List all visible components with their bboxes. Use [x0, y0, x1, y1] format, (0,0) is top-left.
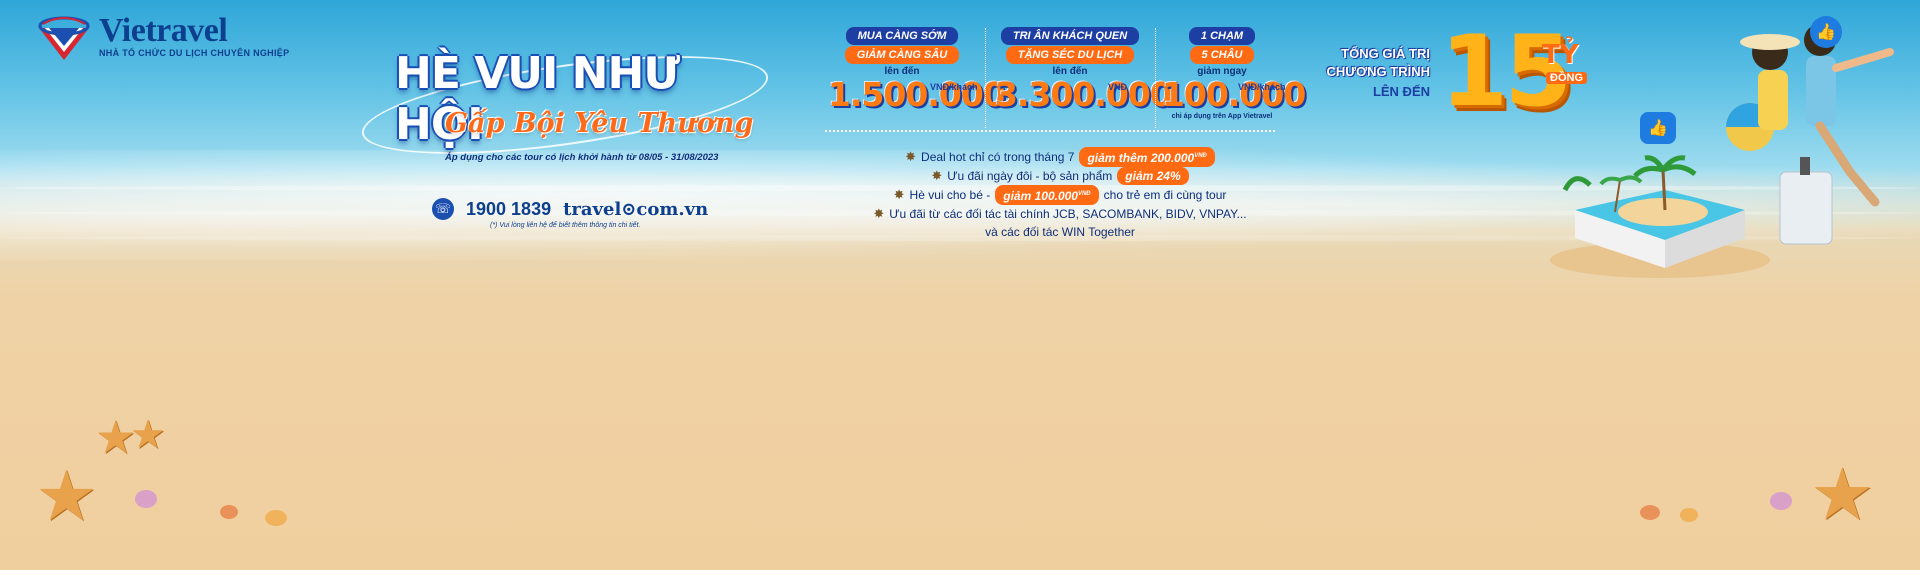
promo-early-booking[interactable]: MUA CÀNG SỚM GIẢM CÀNG SÂU lên đến 1.500…	[828, 26, 1006, 113]
perk-item: ✸ Hè vui cho bé - giảm 100.000VNĐ cho tr…	[850, 185, 1270, 205]
vietravel-logo-icon	[35, 14, 93, 64]
perk-tag: giảm 24%	[1117, 167, 1189, 185]
perk-text: Hè vui cho bé -	[909, 188, 991, 202]
thumbs-up-icon: 👍	[1640, 112, 1676, 144]
grand-total-block: TỔNG GIÁ TRỊ CHƯƠNG TRÌNH LÊN ĐẾN 15 TỶ …	[1320, 22, 1630, 142]
perk-tag: giảm 100.000VNĐ	[995, 185, 1099, 205]
phone-icon: ☏	[432, 198, 454, 220]
promo-footnote: chỉ áp dụng trên App Vietravel	[1171, 113, 1273, 120]
perk-text: Ưu đãi từ các đối tác tài chính JCB, SAC…	[889, 207, 1247, 221]
grand-label-3: LÊN ĐẾN	[1372, 84, 1430, 99]
promo-pill-bottom: 5 CHÂU	[1189, 46, 1255, 64]
perk-tag: giảm thêm 200.000VNĐ	[1079, 147, 1215, 167]
brand-name: Vietravel	[99, 12, 228, 49]
perk-text-after: cho trẻ em đi cùng tour	[1103, 188, 1227, 202]
starfish-bullet-icon: ✸	[931, 168, 943, 183]
grand-total-unit: TỶ	[1542, 40, 1579, 70]
starfish-bullet-icon: ✸	[893, 187, 905, 202]
promo-loyal-customer[interactable]: TRI ÂN KHÁCH QUEN TẶNG SÉC DU LỊCH lên đ…	[995, 26, 1173, 113]
perk-item: và các đối tác WIN Together	[850, 223, 1270, 241]
brand-logo[interactable]: Vietravel NHÀ TỔ CHỨC DU LỊCH CHUYÊN NGH…	[35, 14, 289, 64]
website-link[interactable]: travel⊙com.vn	[563, 199, 708, 220]
divider	[985, 28, 986, 128]
perks-list: ✸ Deal hot chỉ có trong tháng 7 giảm thê…	[850, 147, 1270, 241]
divider	[1155, 28, 1156, 128]
promo-app-touch[interactable]: 1 CHẠM 5 CHÂU giảm ngay 100.000 VNĐ/khác…	[1162, 26, 1306, 120]
campaign-subtitle: Gấp Bội Yêu Thương	[445, 108, 754, 139]
promo-pill-bottom: GIẢM CÀNG SÂU	[844, 46, 960, 64]
thumbs-up-icon: 👍	[1810, 16, 1842, 48]
seashell-icon	[265, 510, 287, 526]
promo-pill-top: MUA CÀNG SỚM	[845, 27, 959, 45]
seashell-icon	[220, 505, 238, 519]
hotline-number[interactable]: 1900 1839	[466, 199, 551, 220]
seashell-icon	[1640, 505, 1660, 520]
promo-unit: VNĐ	[1108, 82, 1128, 92]
grand-label-2: CHƯƠNG TRÌNH	[1326, 64, 1430, 79]
promo-unit: VNĐ/khách	[930, 82, 978, 92]
grand-total-unit-sub: ĐỒNG	[1546, 72, 1587, 84]
starfish-icon: ★	[35, 457, 98, 535]
brand-tagline: NHÀ TỔ CHỨC DU LỊCH CHUYÊN NGHIỆP	[99, 48, 290, 58]
starfish-icon: ★	[1810, 455, 1875, 535]
seashell-icon	[135, 490, 157, 508]
contact-bar: ☏ 1900 1839 travel⊙com.vn	[432, 198, 708, 220]
seashell-icon	[1770, 492, 1792, 510]
perk-text: Deal hot chỉ có trong tháng 7	[921, 150, 1075, 164]
dotted-divider	[825, 130, 1275, 132]
starfish-bullet-icon: ✸	[905, 149, 917, 164]
promo-pill-bottom: TẶNG SÉC DU LỊCH	[1005, 46, 1135, 64]
perk-item: ✸ Ưu đãi ngày đôi - bộ sản phẩm giảm 24%	[850, 167, 1270, 185]
promo-pill-top: 1 CHẠM	[1188, 27, 1256, 45]
grand-label-1: TỔNG GIÁ TRỊ	[1341, 46, 1430, 61]
starfish-icon: ★	[130, 413, 166, 457]
seashell-icon	[1680, 508, 1698, 522]
perk-item: ✸ Deal hot chỉ có trong tháng 7 giảm thê…	[850, 147, 1270, 167]
promo-pill-top: TRI ÂN KHÁCH QUEN	[1000, 27, 1140, 45]
perk-item: ✸ Ưu đãi từ các đối tác tài chính JCB, S…	[850, 205, 1270, 223]
travelers-illustration	[1700, 22, 1900, 252]
campaign-date-note: Áp dụng cho các tour có lịch khởi hành t…	[445, 152, 719, 163]
starfish-bullet-icon: ✸	[873, 206, 885, 221]
perk-text: và các đối tác WIN Together	[985, 225, 1135, 239]
perk-text: Ưu đãi ngày đôi - bộ sản phẩm	[947, 169, 1113, 183]
promo-unit: VNĐ/khách	[1238, 82, 1286, 92]
campaign-title-block: HÈ VUI NHƯ HỘI Gấp Bội Yêu Thương Áp dụn…	[356, 30, 774, 174]
contact-note: (*) Vui lòng liên hệ để biết thêm thông …	[490, 222, 641, 229]
